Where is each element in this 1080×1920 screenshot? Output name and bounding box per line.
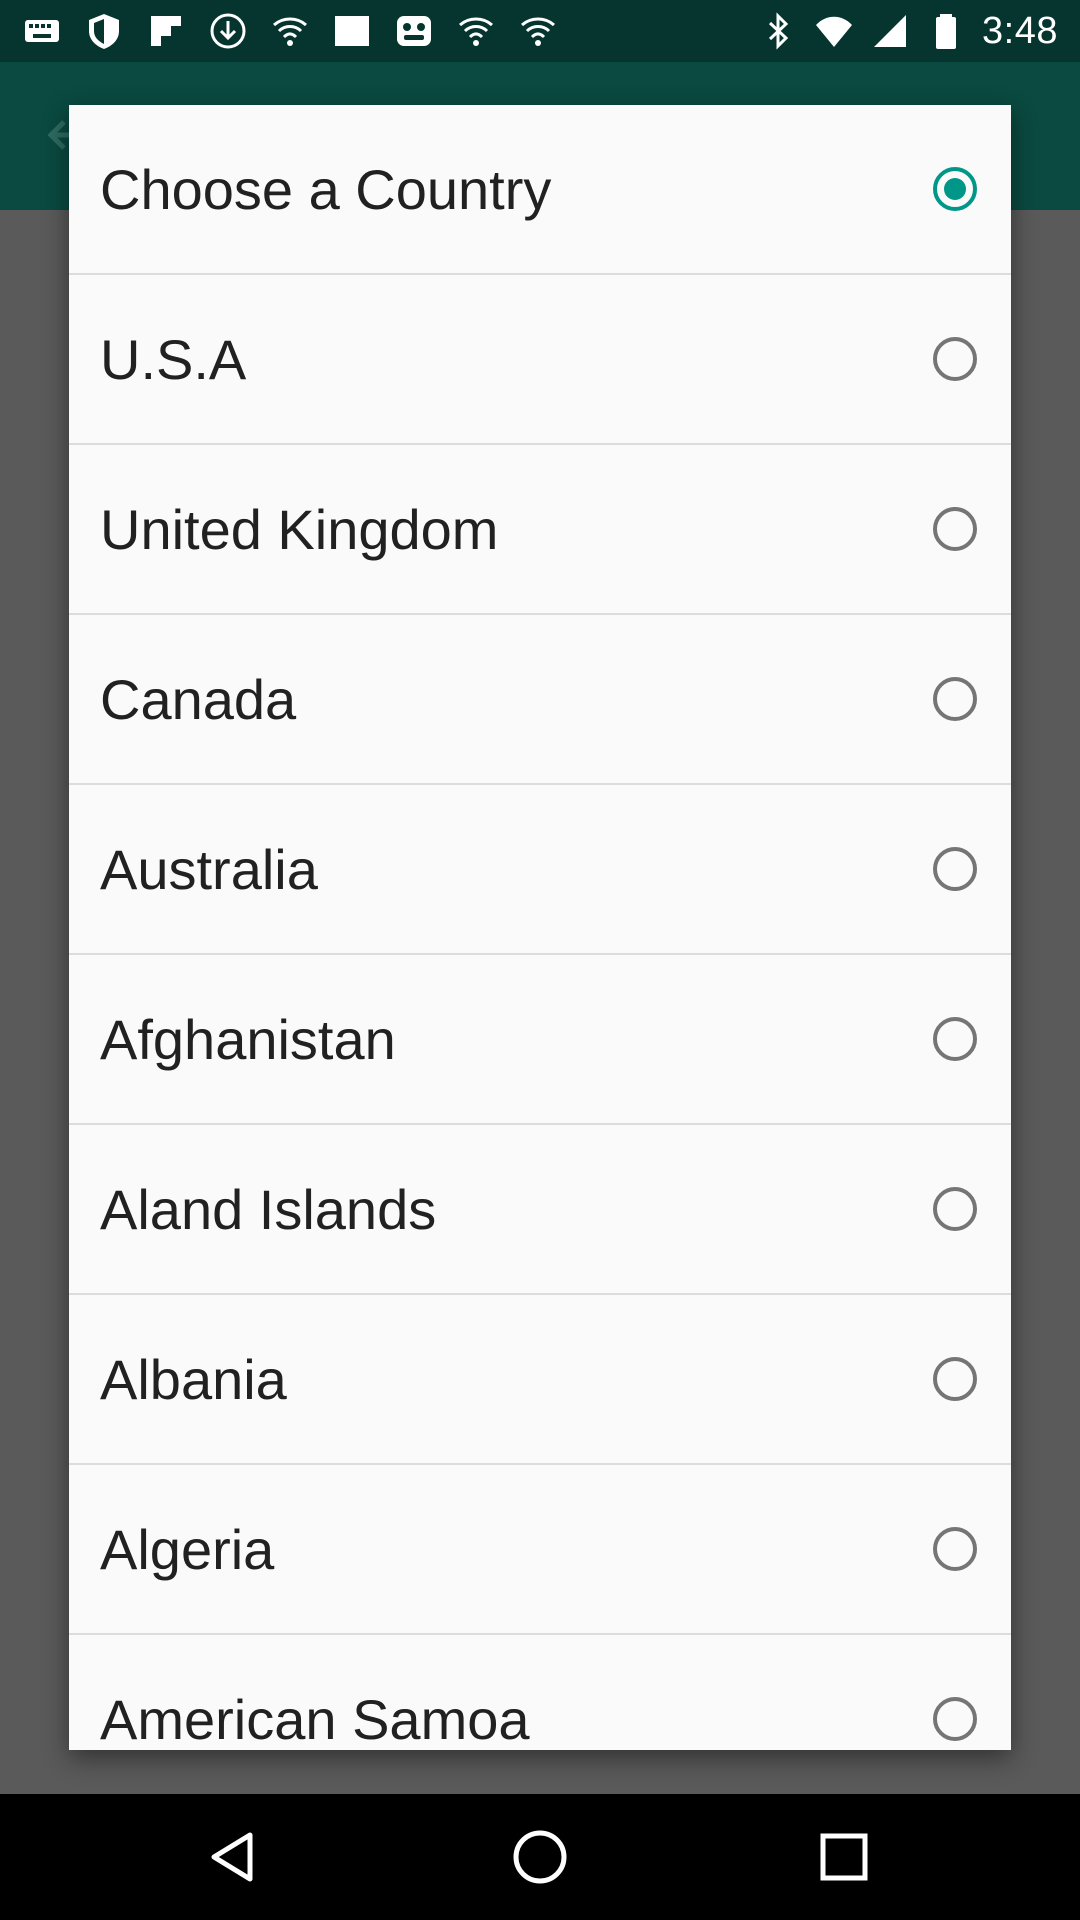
bluetooth-icon [758, 11, 798, 51]
radio-unchecked-icon[interactable] [933, 1017, 977, 1061]
radio-unchecked-icon[interactable] [933, 847, 977, 891]
status-bar: 3:48 [0, 0, 1080, 62]
radio-unchecked-icon[interactable] [933, 1697, 977, 1741]
radio-unchecked-icon[interactable] [933, 1187, 977, 1231]
radio-unchecked-icon[interactable] [933, 1527, 977, 1571]
radio-unchecked-icon[interactable] [933, 1357, 977, 1401]
option-label: Australia [100, 837, 318, 901]
option-label: Canada [100, 667, 297, 731]
radio-unchecked-icon[interactable] [933, 507, 977, 551]
option-label: Choose a Country [100, 157, 552, 221]
status-notification-icons [22, 0, 558, 62]
country-option-aland-islands[interactable]: Aland Islands [69, 1125, 1011, 1295]
wifi-icon [270, 11, 310, 51]
status-time: 3:48 [982, 9, 1058, 52]
status-system-icons: 3:48 [758, 0, 1058, 62]
option-label: Algeria [100, 1517, 275, 1581]
radio-checked-icon[interactable] [933, 167, 977, 211]
recents-icon[interactable] [814, 1827, 874, 1887]
wifi-icon [518, 11, 558, 51]
country-option-canada[interactable]: Canada [69, 615, 1011, 785]
country-option-american-samoa[interactable]: American Samoa [69, 1635, 1011, 1750]
wifi-signal-icon [814, 11, 854, 51]
download-icon [208, 11, 248, 51]
country-option-united-kingdom[interactable]: United Kingdom [69, 445, 1011, 615]
wifi-icon [456, 11, 496, 51]
country-chooser-dialog: Choose a Country U.S.A United Kingdom Ca… [69, 105, 1011, 1750]
option-label: American Samoa [100, 1687, 530, 1751]
shield-icon [84, 11, 124, 51]
option-label: U.S.A [100, 327, 247, 391]
country-option-afghanistan[interactable]: Afghanistan [69, 955, 1011, 1125]
radio-unchecked-icon[interactable] [933, 677, 977, 721]
country-option-albania[interactable]: Albania [69, 1295, 1011, 1465]
navigation-bar [0, 1794, 1080, 1920]
flipboard-icon [146, 11, 186, 51]
cell-signal-icon [870, 11, 910, 51]
option-label: Aland Islands [100, 1177, 437, 1241]
country-option-australia[interactable]: Australia [69, 785, 1011, 955]
keyboard-icon [22, 11, 62, 51]
square-icon [332, 11, 372, 51]
option-label: United Kingdom [100, 497, 499, 561]
country-option-choose[interactable]: Choose a Country [69, 105, 1011, 275]
cat-face-icon [394, 11, 434, 51]
battery-icon [926, 11, 966, 51]
back-icon[interactable] [206, 1827, 266, 1887]
option-label: Albania [100, 1347, 287, 1411]
country-option-algeria[interactable]: Algeria [69, 1465, 1011, 1635]
home-icon[interactable] [510, 1827, 570, 1887]
option-label: Afghanistan [100, 1007, 396, 1071]
radio-unchecked-icon[interactable] [933, 337, 977, 381]
country-option-usa[interactable]: U.S.A [69, 275, 1011, 445]
